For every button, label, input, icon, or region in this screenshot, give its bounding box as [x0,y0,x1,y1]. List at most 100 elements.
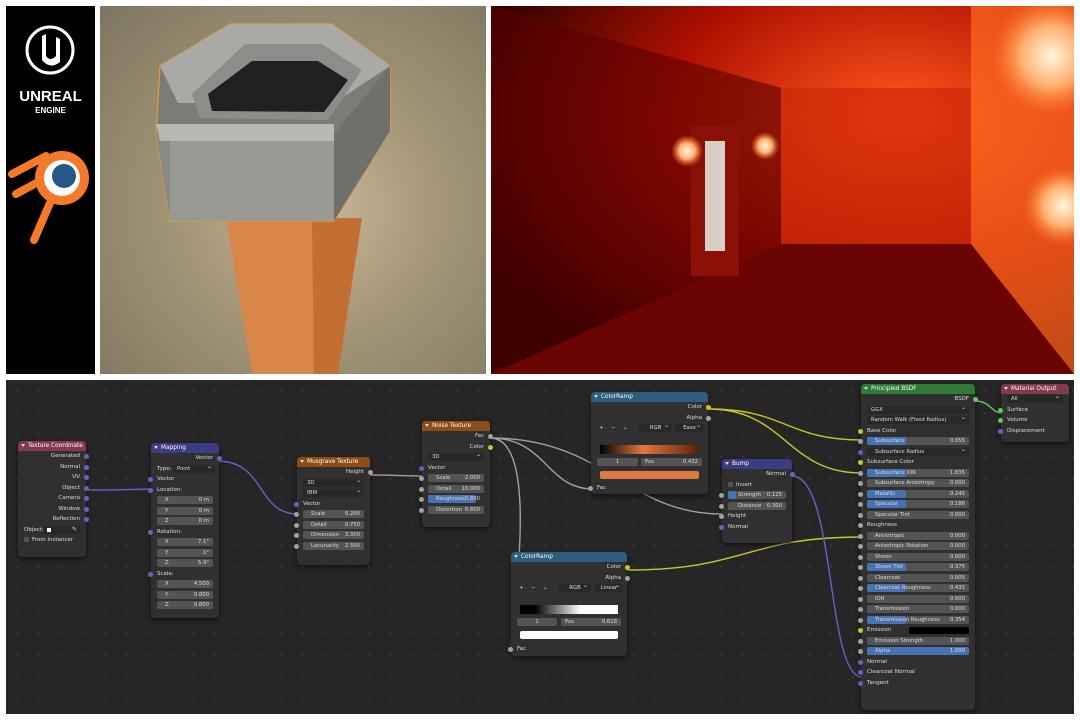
output-fac[interactable]: Fac [422,431,493,442]
socket-emission-strength[interactable] [858,638,863,644]
noise-scale[interactable]: Scale 2.000 [419,473,490,484]
socket-object[interactable] [84,485,89,491]
output-generated[interactable]: Generated [18,451,89,462]
bump-header[interactable]: Bump [722,459,792,469]
noise-texture-node[interactable]: Noise Texture Fac Color 3D Vector Scale2… [419,421,493,527]
socket-vector-out[interactable] [217,456,222,461]
socket-scale[interactable] [148,571,153,577]
input-roughness[interactable]: Roughness [858,520,975,531]
socket-vector-in[interactable] [419,465,424,471]
musgrave-dimension[interactable]: Dimension 3.300 [294,530,370,541]
input-normal[interactable]: Normal [719,522,792,533]
material-output-node[interactable]: Material Output All Surface Volume Displ… [998,384,1069,442]
input-clearcoat[interactable]: Clearcoat 0.005 [858,573,975,584]
stop-index[interactable]: 1 [517,618,557,627]
socket-height[interactable] [368,470,373,475]
bump-strength[interactable]: Strength 0.125 [719,490,792,501]
socket-emission[interactable] [858,628,863,633]
socket-color[interactable] [488,444,493,450]
colorramp-2-gradient[interactable] [520,605,618,614]
socket-sheen[interactable] [858,554,863,560]
output-window[interactable]: Window [18,504,89,515]
socket-color[interactable] [625,565,630,570]
mapping-node[interactable]: Mapping Vector Type:Point Vector Locatio… [148,443,222,618]
remove-stop-icon[interactable]: − [611,423,615,434]
socket-roughness[interactable] [858,523,863,528]
mapping-type-row[interactable]: Type: Point [151,463,219,475]
input-subsurface-radius[interactable]: Subsurface Radius [858,446,975,458]
colorramp-node-2[interactable]: ColorRamp Color Alpha + − ⌄ RGB Linear 1… [508,552,630,656]
socket-clearcoat-normal[interactable] [858,670,863,675]
stop-position[interactable]: Pos 0.432 [641,458,702,467]
output-object[interactable]: Object [18,483,89,494]
socket-fac[interactable] [488,434,493,439]
color-mode-dropdown[interactable]: RGB [639,422,672,433]
output-bsdf[interactable]: BSDF [861,394,978,405]
socket-rotation[interactable] [148,529,153,535]
input-base-color[interactable]: Base Color [858,426,975,437]
socket-metallic[interactable] [858,491,863,497]
socket-normal-out[interactable] [790,472,795,477]
distribution-dropdown[interactable]: GGX [861,404,975,416]
shader-node-editor[interactable]: Texture Coordinate Generated Normal UV O… [6,380,1074,714]
input-sheen-tint[interactable]: Sheen Tint 0.375 [858,562,975,573]
socket-anisotropic-rotation[interactable] [858,544,863,549]
input-subsurface-anisotropy[interactable]: Subsurface Anisotropy 0.000 [858,478,975,489]
socket-subsurface-color[interactable] [858,460,863,465]
noise-roughness[interactable]: Roughness 0.800 [419,494,490,505]
socket-specular-tint[interactable] [858,512,863,518]
socket-ior[interactable] [858,596,863,602]
loc-y[interactable]: Y0 m [151,506,219,517]
input-displacement[interactable]: Displacement [998,426,1069,437]
socket-surface[interactable] [998,407,1003,413]
socket-window[interactable] [84,506,89,512]
input-anisotropic[interactable]: Anisotropic 0.000 [858,531,975,542]
from-instancer-row[interactable]: From Instancer [18,535,86,546]
input-alpha[interactable]: Alpha 1.000 [858,646,975,657]
output-color[interactable]: Color [591,402,711,413]
eyedropper-icon[interactable]: ✎ [72,525,77,536]
socket-location[interactable] [148,487,153,493]
texture-coordinate-node[interactable]: Texture Coordinate Generated Normal UV O… [18,441,89,557]
output-reflection[interactable]: Reflection [18,514,89,525]
input-clearcoat-normal[interactable]: Clearcoat Normal [858,667,975,678]
input-specular-tint[interactable]: Specular Tint 0.000 [858,510,975,521]
colorramp-1-header[interactable]: ColorRamp [591,392,708,402]
color-mode-dropdown[interactable]: RGB [559,582,591,593]
object-picker-row[interactable]: Object: ✎ [18,525,86,536]
principled-bsdf-header[interactable]: Principled BSDF [861,384,975,394]
scale-y[interactable]: Y 0.800 [151,590,219,601]
scale-z[interactable]: Z 0.800 [151,600,219,611]
socket-tangent[interactable] [858,680,863,686]
texture-coordinate-header[interactable]: Texture Coordinate [18,441,86,451]
musgrave-detail[interactable]: Detail 0.750 [294,520,370,531]
interpolation-dropdown[interactable]: Linear [595,582,623,593]
socket-transmission[interactable] [858,607,863,612]
stop-color-swatch[interactable] [520,631,618,639]
remove-stop-icon[interactable]: − [531,583,535,594]
stop-color-swatch[interactable] [600,471,699,479]
chevron-down-icon[interactable]: ⌄ [623,423,627,434]
interpolation-dropdown[interactable]: Ease [675,422,704,433]
bump-node[interactable]: Bump Normal Invert Strength 0.125 Distanc… [719,459,795,543]
socket-clearcoat[interactable] [858,575,863,581]
socket-uv[interactable] [84,475,89,480]
socket-sheen-tint[interactable] [858,565,863,570]
rot-y[interactable]: Y 1° [151,548,219,559]
input-transmission[interactable]: Transmission 0.000 [858,604,975,615]
target-dropdown[interactable]: All [1001,393,1069,405]
input-fac[interactable]: Fac [588,483,708,494]
socket-subsurface-ior[interactable] [858,470,863,476]
add-stop-icon[interactable]: + [519,583,523,594]
noise-header[interactable]: Noise Texture [422,421,490,431]
input-specular[interactable]: Specular 0.186 [858,499,975,510]
input-metallic[interactable]: Metallic 0.245 [858,489,975,500]
noise-dimension-dropdown[interactable]: 3D [422,451,490,463]
mapping-type-dropdown[interactable]: Point [173,463,215,473]
socket-subsurface-radius[interactable] [858,449,863,455]
socket-base-color[interactable] [858,428,863,434]
input-height[interactable]: Height [719,511,792,522]
invert-checkbox[interactable] [728,481,733,487]
input-subsurface-color[interactable]: Subsurface Color [858,457,975,468]
socket-volume[interactable] [998,418,1003,423]
